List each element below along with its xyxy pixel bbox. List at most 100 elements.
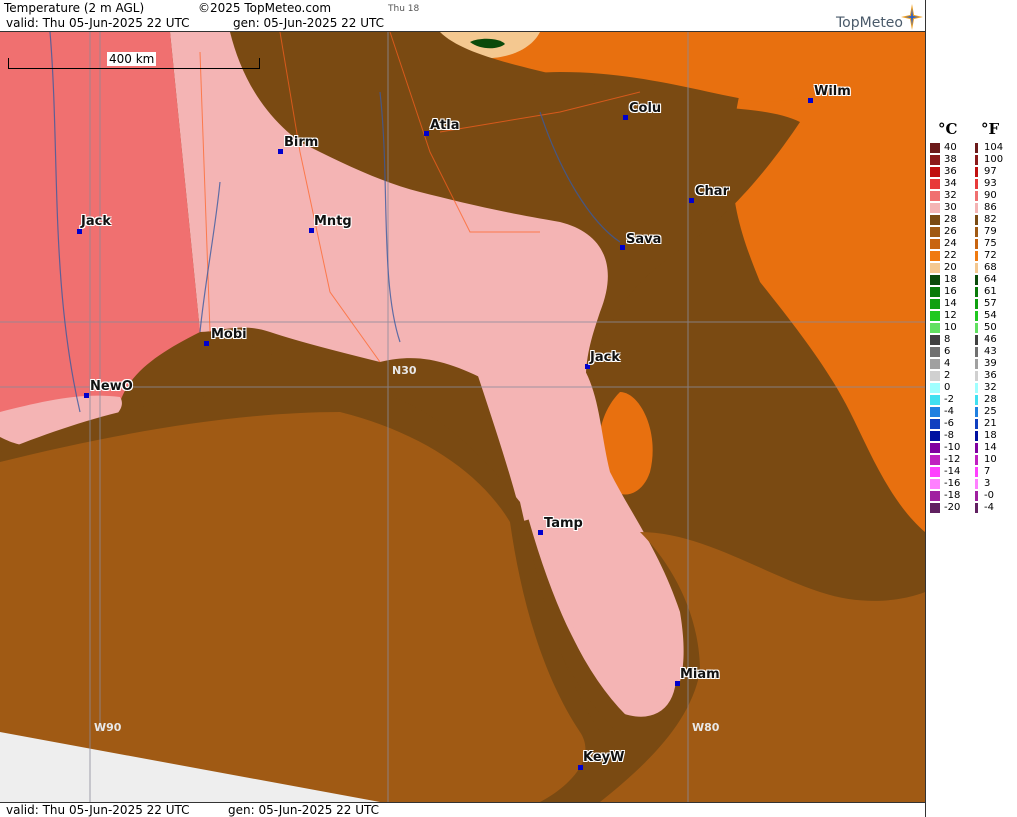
legend-unit-fahrenheit: °F: [981, 120, 1000, 138]
legend-label-celsius: 10: [944, 322, 957, 333]
legend-swatch-celsius: [930, 503, 940, 513]
legend-label-celsius: 32: [944, 190, 957, 201]
legend-swatch-celsius: [930, 143, 940, 153]
legend-swatch-celsius: [930, 275, 940, 285]
legend-label-celsius: 0: [944, 382, 951, 393]
temperature-legend: °C °F 40 104 38 100 36 97 34 93 32 90 30 86 28 82 26 79…: [925, 0, 1017, 817]
legend-label-celsius: 6: [944, 346, 951, 357]
legend-swatch-fahrenheit: [975, 419, 978, 429]
city-marker: [689, 198, 694, 203]
legend-label-celsius: 8: [944, 334, 951, 345]
legend-label-celsius: 26: [944, 226, 957, 237]
legend-label-celsius: 22: [944, 250, 957, 261]
city-label-sava[interactable]: Sava: [626, 232, 661, 247]
legend-swatch-celsius: [930, 395, 940, 405]
legend-swatch-celsius: [930, 371, 940, 381]
city-marker: [538, 530, 543, 535]
legend-swatch-celsius: [930, 359, 940, 369]
legend-swatch-fahrenheit: [975, 479, 978, 489]
legend-swatch-celsius: [930, 299, 940, 309]
legend-swatch-celsius: [930, 431, 940, 441]
legend-label-fahrenheit: 50: [984, 322, 997, 333]
product-title: Temperature (2 m AGL): [4, 1, 145, 15]
city-label-colu[interactable]: Colu: [629, 101, 661, 116]
legend-label-celsius: 2: [944, 370, 951, 381]
legend-label-fahrenheit: 7: [984, 466, 991, 477]
legend-swatch-fahrenheit: [975, 179, 978, 189]
legend-label-fahrenheit: 82: [984, 214, 997, 225]
legend-swatch-celsius: [930, 203, 940, 213]
legend-label-fahrenheit: 57: [984, 298, 997, 309]
legend-swatch-celsius: [930, 191, 940, 201]
legend-swatch-celsius: [930, 167, 940, 177]
legend-label-fahrenheit: 21: [984, 418, 997, 429]
legend-label-celsius: -16: [944, 478, 961, 489]
legend-swatch-fahrenheit: [975, 263, 978, 273]
city-label-keyw[interactable]: KeyW: [583, 750, 624, 765]
legend-label-celsius: -4: [944, 406, 954, 417]
legend-label-fahrenheit: 43: [984, 346, 997, 357]
city-label-atla[interactable]: Atla: [430, 118, 460, 133]
city-marker: [424, 131, 429, 136]
legend-swatch-celsius: [930, 467, 940, 477]
legend-label-celsius: 40: [944, 142, 957, 153]
legend-swatch-fahrenheit: [975, 275, 978, 285]
legend-swatch-celsius: [930, 419, 940, 429]
legend-label-celsius: 16: [944, 286, 957, 297]
city-label-jack-ms[interactable]: Jack: [81, 214, 111, 229]
legend-swatch-celsius: [930, 323, 940, 333]
legend-label-celsius: -2: [944, 394, 954, 405]
city-marker: [278, 149, 283, 154]
legend-swatch-fahrenheit: [975, 335, 978, 345]
city-marker: [204, 341, 209, 346]
city-marker: [623, 115, 628, 120]
city-label-miam[interactable]: Miam: [680, 667, 720, 682]
legend-label-celsius: 24: [944, 238, 957, 249]
legend-label-celsius: -12: [944, 454, 961, 465]
city-marker: [84, 393, 89, 398]
legend-label-fahrenheit: 104: [984, 142, 1004, 153]
legend-swatch-fahrenheit: [975, 347, 978, 357]
legend-swatch-celsius: [930, 491, 940, 501]
city-label-char[interactable]: Char: [695, 184, 729, 199]
legend-label-fahrenheit: 3: [984, 478, 991, 489]
city-label-jack-fl[interactable]: Jack: [590, 350, 620, 365]
legend-swatch-fahrenheit: [975, 371, 978, 381]
legend-swatch-fahrenheit: [975, 299, 978, 309]
city-label-wilm[interactable]: Wilm: [814, 84, 851, 99]
city-label-tamp[interactable]: Tamp: [544, 516, 583, 531]
legend-swatch-celsius: [930, 335, 940, 345]
legend-swatch-fahrenheit: [975, 251, 978, 261]
legend-swatch-celsius: [930, 155, 940, 165]
gen-time: gen: 05-Jun-2025 22 UTC: [233, 16, 385, 30]
legend-label-fahrenheit: 46: [984, 334, 997, 345]
city-label-newo[interactable]: NewO: [90, 379, 133, 394]
legend-swatch-celsius: [930, 443, 940, 453]
city-label-birm[interactable]: Birm: [284, 135, 318, 150]
legend-label-fahrenheit: 54: [984, 310, 997, 321]
legend-label-fahrenheit: 25: [984, 406, 997, 417]
legend-label-celsius: -6: [944, 418, 954, 429]
legend-swatch-fahrenheit: [975, 395, 978, 405]
legend-label-fahrenheit: 36: [984, 370, 997, 381]
legend-label-celsius: 30: [944, 202, 957, 213]
city-label-mntg[interactable]: Mntg: [314, 214, 352, 229]
legend-label-fahrenheit: 61: [984, 286, 997, 297]
legend-swatch-fahrenheit: [975, 143, 978, 153]
city-label-mobi[interactable]: Mobi: [211, 327, 247, 342]
legend-swatch-fahrenheit: [975, 203, 978, 213]
compass-star-icon: [901, 4, 923, 30]
legend-swatch-celsius: [930, 407, 940, 417]
legend-swatch-fahrenheit: [975, 311, 978, 321]
legend-label-celsius: -20: [944, 502, 961, 513]
legend-label-fahrenheit: -4: [984, 502, 994, 513]
legend-label-fahrenheit: 14: [984, 442, 997, 453]
legend-swatch-celsius: [930, 239, 940, 249]
legend-label-fahrenheit: 28: [984, 394, 997, 405]
temperature-map[interactable]: 400 km N30 W90 W80 Birm Atla Colu Wilm J…: [0, 32, 925, 802]
legend-label-celsius: -8: [944, 430, 954, 441]
city-marker: [620, 245, 625, 250]
legend-label-celsius: -10: [944, 442, 961, 453]
legend-swatch-celsius: [930, 287, 940, 297]
legend-label-fahrenheit: -0: [984, 490, 994, 501]
